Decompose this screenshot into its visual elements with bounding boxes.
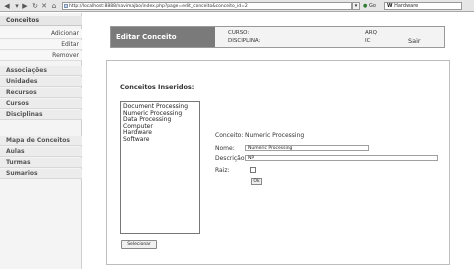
sidebar-item-recursos[interactable]: Recursos <box>0 88 82 98</box>
conceito-value: Numeric Processing <box>245 132 305 139</box>
sidebar-subitem-adicionar[interactable]: Adicionar <box>0 29 82 39</box>
sidebar-subitem-editar[interactable]: Editar <box>0 40 82 50</box>
main-content: Conceitos Inseridos: Document Processing… <box>106 60 450 265</box>
page-favicon-icon <box>64 4 68 8</box>
sidebar-item-mapa-de-conceitos[interactable]: Mapa de Conceitos <box>0 136 82 146</box>
ok-button[interactable]: Ok <box>251 178 262 185</box>
sidebar-item-conceitos[interactable]: Conceitos <box>0 16 82 26</box>
browser-toolbar: ◀ ▾ ▶ ↻ ✕ ⌂ http://localhost:8888/navima… <box>0 0 474 12</box>
stop-icon[interactable]: ✕ <box>40 2 48 10</box>
go-icon: ● <box>363 3 368 9</box>
search-engine-icon: W <box>387 3 393 9</box>
raiz-label: Raiz: <box>215 167 230 174</box>
raiz-checkbox[interactable] <box>250 167 256 173</box>
search-input[interactable]: W Hardware <box>384 2 462 10</box>
select-button[interactable]: Selecionar <box>121 240 157 249</box>
sidebar-item-turmas[interactable]: Turmas <box>0 158 82 168</box>
logout-link[interactable]: Sair <box>408 37 421 45</box>
sidebar-item-sumarios[interactable]: Sumarios <box>0 169 82 179</box>
nome-label: Nome: <box>215 145 235 152</box>
section-title: Conceitos Inseridos: <box>120 83 195 91</box>
home-icon[interactable]: ⌂ <box>50 2 58 10</box>
reload-icon[interactable]: ↻ <box>31 2 39 10</box>
url-dropdown-icon[interactable]: ▾ <box>352 2 360 10</box>
sidebar-item-disciplinas[interactable]: Disciplinas <box>0 110 82 120</box>
disciplina-value: IC <box>365 38 371 44</box>
conceito-label: Conceito: <box>215 132 244 139</box>
sidebar: Conceitos Adicionar Editar Remover Assoc… <box>0 13 82 269</box>
sidebar-subitem-remover[interactable]: Remover <box>0 51 82 61</box>
go-button[interactable]: ● Go <box>363 2 383 10</box>
sidebar-item-aulas[interactable]: Aulas <box>0 147 82 157</box>
page-title: Editar Conceito <box>111 27 215 47</box>
sidebar-item-unidades[interactable]: Unidades <box>0 77 82 87</box>
url-bar[interactable]: http://localhost:8888/navimajbo/index.ph… <box>62 2 352 10</box>
concepts-listbox[interactable]: Document Processing Numeric Processing D… <box>120 101 200 234</box>
nome-field[interactable]: Numeric Processing <box>245 145 369 151</box>
page-header: Editar Conceito CURSO: ARQ DISCIPLINA: I… <box>110 26 445 48</box>
back-arrow-icon[interactable]: ◀ <box>3 2 11 10</box>
curso-value: ARQ <box>365 30 377 36</box>
descricao-field[interactable]: NP <box>245 155 438 161</box>
sidebar-item-cursos[interactable]: Cursos <box>0 99 82 109</box>
back-dropdown-icon[interactable]: ▾ <box>13 2 21 10</box>
url-text: http://localhost:8888/navimajbo/index.ph… <box>69 4 248 9</box>
sidebar-item-associacoes[interactable]: Associações <box>0 66 82 76</box>
list-item[interactable]: Software <box>123 136 197 144</box>
disciplina-label: DISCIPLINA: <box>228 38 261 44</box>
forward-arrow-icon[interactable]: ▶ <box>21 2 29 10</box>
descricao-label: Descrição: <box>215 155 247 162</box>
curso-label: CURSO: <box>228 30 250 36</box>
